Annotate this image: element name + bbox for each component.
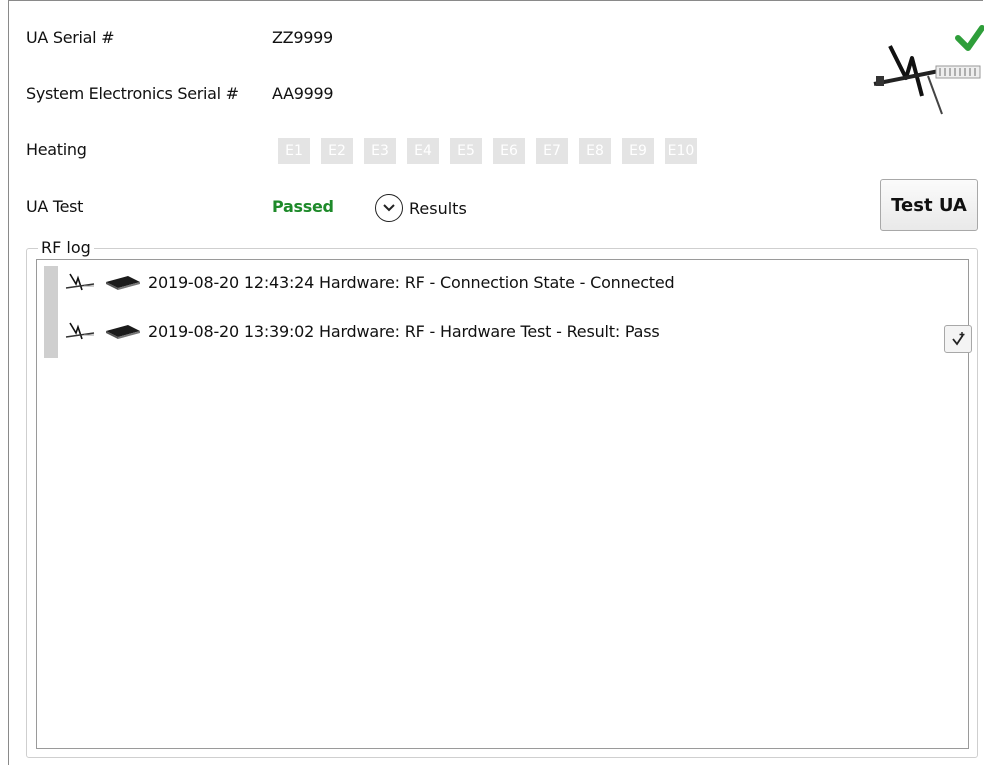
probe-icon [65, 322, 95, 340]
heater-e10: E10 [665, 138, 697, 164]
list-item[interactable]: 2019-08-20 13:39:02 Hardware: RF - Hardw… [64, 319, 660, 343]
log-selection-rail [44, 266, 58, 358]
chip-icon [106, 325, 140, 339]
heater-e9: E9 [622, 138, 654, 164]
log-entry-text: 2019-08-20 12:43:24 Hardware: RF - Conne… [148, 272, 675, 292]
heater-e8: E8 [579, 138, 611, 164]
ua-serial-label: UA Serial # [26, 28, 115, 47]
chevron-down-circle-icon [375, 194, 403, 222]
probe-icon [65, 273, 95, 291]
ua-status-icon [873, 25, 984, 115]
results-label: Results [409, 198, 467, 218]
rf-log-title: RF log [38, 238, 94, 257]
heater-e4: E4 [407, 138, 439, 164]
heating-label: Heating [26, 140, 87, 159]
heater-e5: E5 [450, 138, 482, 164]
log-entry-text: 2019-08-20 13:39:02 Hardware: RF - Hardw… [148, 321, 660, 341]
heater-e7: E7 [536, 138, 568, 164]
results-toggle[interactable]: Results [375, 194, 467, 222]
heater-indicators: E1 E2 E3 E4 E5 E6 E7 E8 E9 E10 [278, 138, 697, 164]
list-item[interactable]: 2019-08-20 12:43:24 Hardware: RF - Conne… [64, 270, 675, 294]
ua-test-label: UA Test [26, 197, 84, 216]
scroll-to-bottom-icon [952, 332, 965, 346]
ua-test-status: Passed [272, 197, 334, 216]
sys-serial-value: AA9999 [272, 84, 334, 103]
test-ua-button[interactable]: Test UA [880, 179, 978, 231]
heater-e1: E1 [278, 138, 310, 164]
chip-icon [106, 276, 140, 290]
ua-serial-value: ZZ9999 [272, 28, 333, 47]
sys-serial-label: System Electronics Serial # [26, 84, 239, 103]
heater-e6: E6 [493, 138, 525, 164]
heater-e3: E3 [364, 138, 396, 164]
check-icon [955, 25, 984, 51]
scroll-to-bottom-button[interactable] [944, 325, 972, 353]
heater-e2: E2 [321, 138, 353, 164]
